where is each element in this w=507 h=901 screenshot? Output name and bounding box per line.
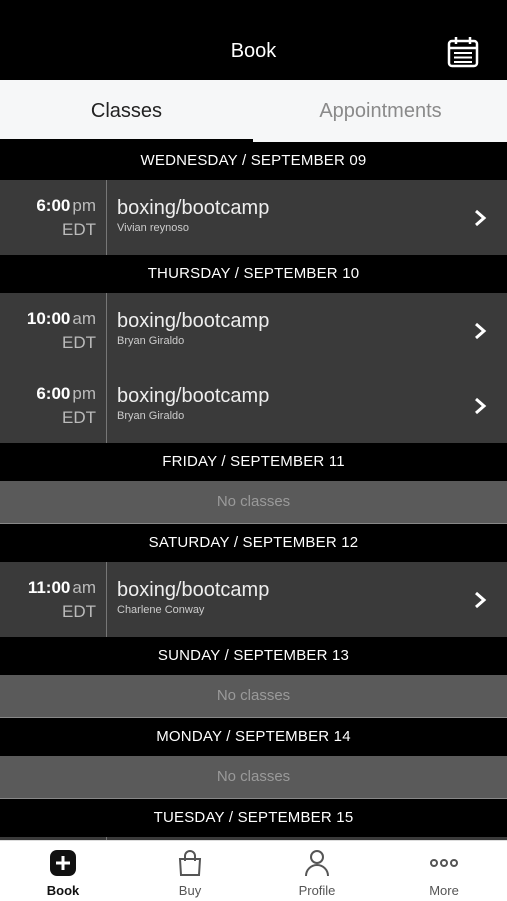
day-header: SATURDAY / SEPTEMBER 12 xyxy=(0,524,507,562)
person-icon xyxy=(305,850,329,877)
class-timezone: EDT xyxy=(62,333,96,352)
chevron-right-icon xyxy=(475,591,487,609)
shopping-bag-icon xyxy=(178,850,202,876)
class-ampm: pm xyxy=(72,196,96,215)
class-time: 6:00 pm xyxy=(36,384,96,403)
class-instructor: Bryan Giraldo xyxy=(117,335,185,347)
time-column: 11:00 am EDT xyxy=(0,562,107,637)
ellipsis-icon xyxy=(430,859,458,867)
chevron-right-icon xyxy=(475,209,487,227)
class-instructor: Charlene Conway xyxy=(117,604,205,616)
class-timezone: EDT xyxy=(62,602,96,621)
time-column: 6:00 pm EDT xyxy=(0,368,107,443)
tabbar-label: Buy xyxy=(178,883,202,898)
class-row[interactable]: 11:00 am EDT boxing/bootcamp Charlene Con… xyxy=(0,562,507,637)
day-header: WEDNESDAY / SEPTEMBER 09 xyxy=(0,142,507,180)
chevron-right-icon xyxy=(475,397,487,415)
no-classes-message: No classes xyxy=(0,481,507,524)
class-timezone: EDT xyxy=(62,220,96,239)
calendar-icon[interactable] xyxy=(446,36,480,68)
tabbar-label: More xyxy=(429,883,459,898)
tabbar-item-book[interactable]: Book xyxy=(0,841,126,901)
bottom-tab-bar: Book Buy Profile More xyxy=(0,840,507,901)
day-header: MONDAY / SEPTEMBER 14 xyxy=(0,718,507,756)
class-time: 11:00 am xyxy=(27,578,96,597)
class-ampm: am xyxy=(72,309,96,328)
segment-tabs: Classes Appointments xyxy=(0,80,507,142)
time-column: 6:00 pm EDT xyxy=(0,180,107,255)
class-row[interactable]: 6:00 pm EDT boxing/bootcamp Bryan Giraldo xyxy=(0,368,507,443)
class-name: boxing/bootcamp xyxy=(117,385,270,407)
tabbar-item-more[interactable]: More xyxy=(381,841,507,901)
class-schedule-list[interactable]: WEDNESDAY / SEPTEMBER 09 6:00 pm EDT boxi… xyxy=(0,142,507,840)
class-row[interactable]: 10:00 am EDT boxing/bootcamp Bryan Girald… xyxy=(0,293,507,368)
no-classes-message: No classes xyxy=(0,756,507,799)
tab-appointments[interactable]: Appointments xyxy=(254,80,507,142)
class-instructor: Bryan Giraldo xyxy=(117,410,185,422)
class-name: boxing/bootcamp xyxy=(117,310,270,332)
page-title: Book xyxy=(230,40,277,62)
top-bar: Book xyxy=(0,0,507,80)
class-timezone: EDT xyxy=(62,408,96,427)
tabbar-item-buy[interactable]: Buy xyxy=(127,841,253,901)
day-header: TUESDAY / SEPTEMBER 15 xyxy=(0,799,507,837)
class-time: 6:00 pm xyxy=(36,196,96,215)
no-classes-message: No classes xyxy=(0,675,507,718)
class-name: boxing/bootcamp xyxy=(117,197,270,219)
day-header: THURSDAY / SEPTEMBER 10 xyxy=(0,255,507,293)
tabbar-label: Book xyxy=(46,883,80,898)
class-time: 10:00 am xyxy=(26,309,96,328)
tab-classes[interactable]: Classes xyxy=(0,80,253,142)
day-header: FRIDAY / SEPTEMBER 11 xyxy=(0,443,507,481)
tabbar-label: Profile xyxy=(298,883,336,898)
time-column: 10:00 am EDT xyxy=(0,293,107,368)
class-ampm: pm xyxy=(72,384,96,403)
day-header: SUNDAY / SEPTEMBER 13 xyxy=(0,637,507,675)
class-row[interactable]: 6:00 pm EDT boxing/bootcamp Vivian reynos… xyxy=(0,180,507,255)
chevron-right-icon xyxy=(475,322,487,340)
tabbar-item-profile[interactable]: Profile xyxy=(254,841,380,901)
class-name: boxing/bootcamp xyxy=(117,579,270,601)
class-ampm: am xyxy=(72,578,96,597)
plus-square-icon xyxy=(50,850,76,876)
class-instructor: Vivian reynoso xyxy=(117,222,189,234)
